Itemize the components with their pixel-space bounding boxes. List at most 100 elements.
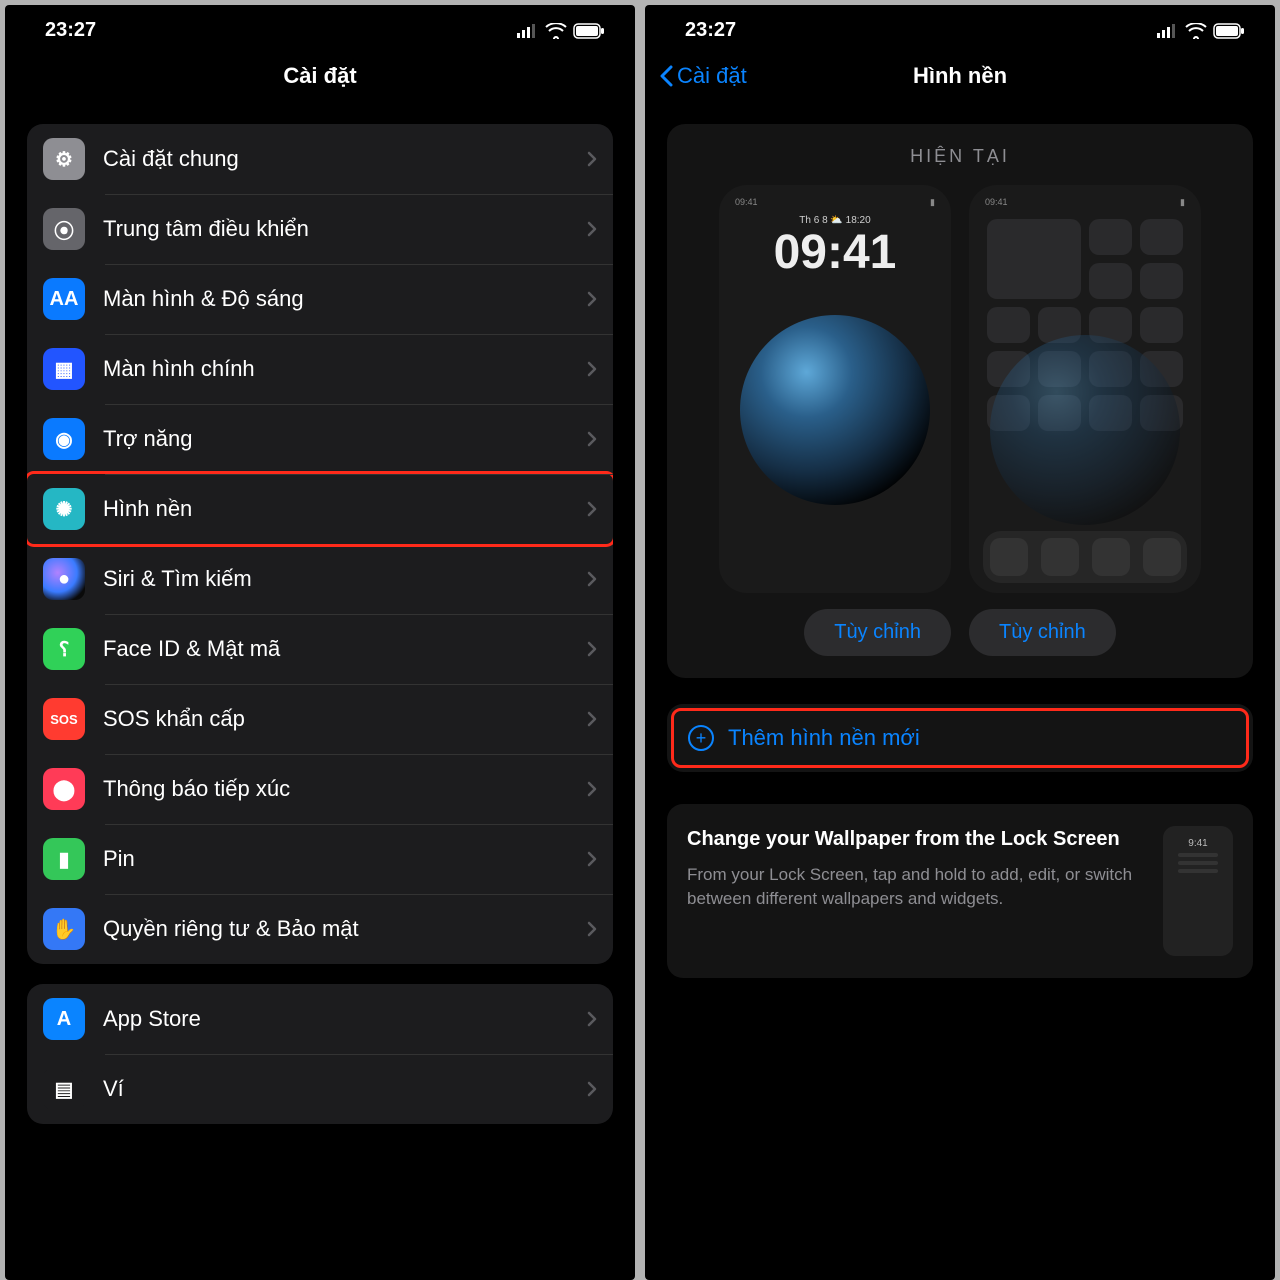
chevron-right-icon [587, 1081, 597, 1097]
accessibility-icon: ◉ [43, 418, 85, 460]
row-label: Trung tâm điều khiển [103, 216, 587, 242]
current-heading: HIỆN TẠI [685, 146, 1235, 167]
settings-row-appstore[interactable]: A App Store [27, 984, 613, 1054]
home-dock [983, 531, 1187, 583]
settings-group-1: ⚙︎ Cài đặt chung ⦿ Trung tâm điều khiển AA Mà… [27, 124, 613, 964]
add-wallpaper-button[interactable]: + Thêm hình nền mới [671, 708, 1249, 768]
phone-right: 23:27 Cài đặt Hình nền HIỆN TẠI 09:41▮ T… [645, 5, 1275, 1280]
add-wallpaper-label: Thêm hình nền mới [728, 725, 920, 751]
status-indicators [1157, 23, 1245, 39]
chevron-right-icon [587, 151, 597, 167]
settings-row-battery[interactable]: ▮ Pin [27, 824, 613, 894]
row-label: SOS khẩn cấp [103, 706, 587, 732]
settings-row-privacy[interactable]: ✋ Quyền riêng tư & Bảo mật [27, 894, 613, 964]
row-label: Face ID & Mật mã [103, 636, 587, 662]
wallpaper-content[interactable]: HIỆN TẠI 09:41▮ Th 6 8 ⛅ 18:20 09:41 09:… [645, 104, 1275, 1280]
chevron-right-icon [587, 361, 597, 377]
wifi-icon [545, 23, 567, 39]
customize-home-button[interactable]: Tùy chỉnh [969, 609, 1116, 656]
row-label: Cài đặt chung [103, 146, 587, 172]
row-label: Trợ năng [103, 426, 587, 452]
back-label: Cài đặt [677, 63, 747, 89]
nav-bar: Cài đặt Hình nền [645, 48, 1275, 104]
back-button[interactable]: Cài đặt [659, 63, 747, 89]
wallpaper-previews: 09:41▮ Th 6 8 ⛅ 18:20 09:41 09:41▮ [685, 185, 1235, 593]
page-title: Hình nền [913, 63, 1007, 89]
display-icon: AA [43, 278, 85, 320]
nav-bar: Cài đặt [5, 48, 635, 104]
row-label: Thông báo tiếp xúc [103, 776, 587, 802]
chevron-right-icon [587, 851, 597, 867]
settings-row-general[interactable]: ⚙︎ Cài đặt chung [27, 124, 613, 194]
page-title: Cài đặt [283, 63, 356, 89]
settings-row-wallpaper[interactable]: ✺ Hình nền [27, 471, 613, 547]
settings-row-wallet[interactable]: ▤ Ví [27, 1054, 613, 1124]
settings-row-faceid[interactable]: ⸮ Face ID & Mật mã [27, 614, 613, 684]
tip-description: From your Lock Screen, tap and hold to a… [687, 863, 1143, 911]
chevron-right-icon [587, 571, 597, 587]
tip-title: Change your Wallpaper from the Lock Scre… [687, 826, 1143, 853]
row-label: App Store [103, 1006, 587, 1032]
chevron-right-icon [587, 1011, 597, 1027]
chevron-right-icon [587, 921, 597, 937]
battery-icon [573, 23, 605, 39]
customize-row: Tùy chỉnh Tùy chỉnh [685, 609, 1235, 656]
privacy-icon: ✋ [43, 908, 85, 950]
lock-screen-preview[interactable]: 09:41▮ Th 6 8 ⛅ 18:20 09:41 [719, 185, 951, 593]
settings-row-sos[interactable]: SOS SOS khẩn cấp [27, 684, 613, 754]
status-indicators [517, 23, 605, 39]
wallpaper-icon: ✺ [43, 488, 85, 530]
home-screen-icon: ▦ [43, 348, 85, 390]
tip-thumbnail: 9:41 [1163, 826, 1233, 956]
wallet-icon: ▤ [43, 1068, 85, 1110]
status-bar: 23:27 [5, 5, 635, 48]
chevron-left-icon [659, 65, 673, 87]
settings-row-exposure[interactable]: ⬤ Thông báo tiếp xúc [27, 754, 613, 824]
tip-thumb-time: 9:41 [1188, 838, 1207, 849]
tip-panel: Change your Wallpaper from the Lock Scre… [667, 804, 1253, 978]
settings-row-display[interactable]: AA Màn hình & Độ sáng [27, 264, 613, 334]
sos-icon: SOS [43, 698, 85, 740]
appstore-icon: A [43, 998, 85, 1040]
settings-row-accessibility[interactable]: ◉ Trợ năng [27, 404, 613, 474]
cellular-icon [1157, 24, 1179, 38]
row-label: Ví [103, 1076, 587, 1102]
earth-icon [740, 315, 930, 505]
status-time: 23:27 [45, 19, 96, 42]
chevron-right-icon [587, 221, 597, 237]
battery-icon [1213, 23, 1245, 39]
row-label: Siri & Tìm kiếm [103, 566, 587, 592]
settings-row-control-center[interactable]: ⦿ Trung tâm điều khiển [27, 194, 613, 264]
row-label: Màn hình & Độ sáng [103, 286, 587, 312]
customize-lock-button[interactable]: Tùy chỉnh [804, 609, 951, 656]
phone-left: 23:27 Cài đặt ⚙︎ Cài đặt chung ⦿ Trung tâm … [5, 5, 635, 1280]
status-time: 23:27 [685, 19, 736, 42]
settings-group-2: A App Store ▤ Ví [27, 984, 613, 1124]
chevron-right-icon [587, 501, 597, 517]
lock-time: 09:41 [719, 225, 951, 280]
row-label: Màn hình chính [103, 356, 587, 382]
home-screen-preview[interactable]: 09:41▮ [969, 185, 1201, 593]
plus-circle-icon: + [688, 725, 714, 751]
control-center-icon: ⦿ [43, 208, 85, 250]
settings-row-home-screen[interactable]: ▦ Màn hình chính [27, 334, 613, 404]
settings-content[interactable]: ⚙︎ Cài đặt chung ⦿ Trung tâm điều khiển AA Mà… [5, 104, 635, 1280]
faceid-icon: ⸮ [43, 628, 85, 670]
chevron-right-icon [587, 641, 597, 657]
chevron-right-icon [587, 291, 597, 307]
settings-row-siri[interactable]: ● Siri & Tìm kiếm [27, 544, 613, 614]
add-wallpaper-panel: + Thêm hình nền mới [667, 704, 1253, 772]
exposure-icon: ⬤ [43, 768, 85, 810]
status-bar: 23:27 [645, 5, 1275, 48]
row-label: Quyền riêng tư & Bảo mật [103, 916, 587, 942]
earth-icon [990, 335, 1180, 525]
chevron-right-icon [587, 781, 597, 797]
general-icon: ⚙︎ [43, 138, 85, 180]
row-label: Hình nền [103, 496, 587, 522]
battery-icon: ▮ [43, 838, 85, 880]
siri-icon: ● [43, 558, 85, 600]
wifi-icon [1185, 23, 1207, 39]
row-label: Pin [103, 846, 587, 872]
cellular-icon [517, 24, 539, 38]
chevron-right-icon [587, 431, 597, 447]
